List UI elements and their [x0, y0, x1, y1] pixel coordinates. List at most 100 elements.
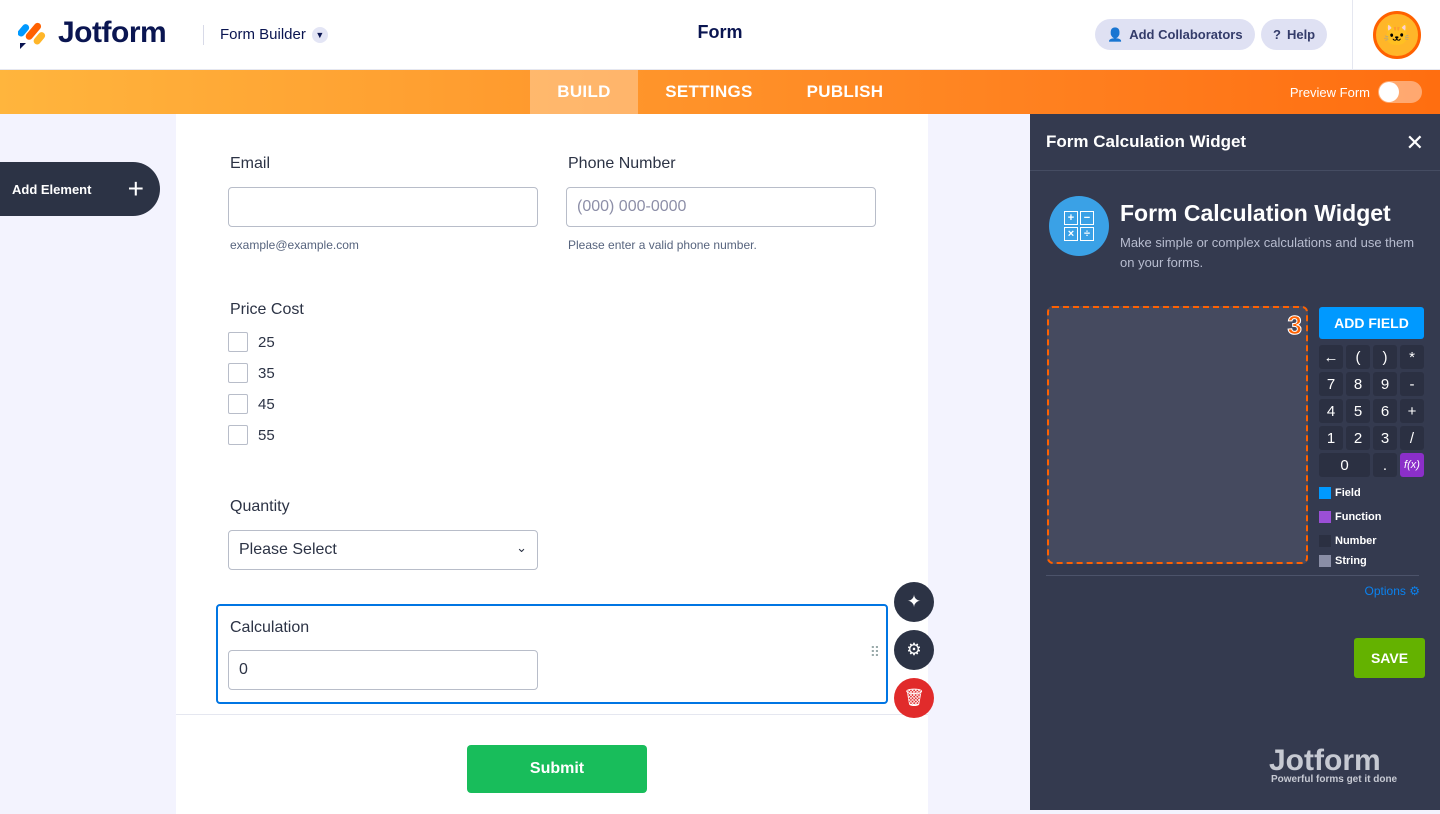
- add-collaborators-button[interactable]: 👤 Add Collaborators: [1095, 19, 1255, 50]
- avatar-area: 🐱: [1352, 0, 1440, 70]
- legend-swatch: [1319, 535, 1331, 547]
- editor-badge: 3: [1287, 310, 1303, 341]
- panel-header: Form Calculation Widget: [1030, 114, 1440, 171]
- key-0[interactable]: 0: [1319, 453, 1370, 477]
- help-icon: ?: [1273, 27, 1281, 42]
- key-5[interactable]: 5: [1346, 399, 1370, 423]
- key-8[interactable]: 8: [1346, 372, 1370, 396]
- avatar[interactable]: 🐱: [1373, 11, 1421, 59]
- divider: [1046, 575, 1419, 576]
- option-label: 45: [258, 395, 275, 413]
- gear-icon: ⚙: [1409, 584, 1420, 598]
- close-icon[interactable]: ✕: [1406, 130, 1424, 156]
- keypad: ← ( ) * 7 8 9 - 4 5 6 + 1 2 3 / 0 . f(x): [1319, 345, 1424, 477]
- widget-description: Make simple or complex calculations and …: [1120, 235, 1415, 270]
- help-button[interactable]: ? Help: [1261, 19, 1328, 50]
- trash-icon[interactable]: 🗑: [894, 678, 934, 718]
- legend-number: Number: [1319, 535, 1377, 547]
- divider: [176, 714, 928, 715]
- jotform-logo[interactable]: Jotform: [18, 16, 167, 50]
- drag-handle-icon[interactable]: ⠿: [870, 644, 880, 661]
- add-element-button[interactable]: Add Element +: [0, 162, 160, 216]
- key-open-paren[interactable]: (: [1346, 345, 1370, 369]
- quantity-label: Quantity: [230, 498, 290, 515]
- gear-icon[interactable]: ⚙: [894, 630, 934, 670]
- add-element-label: Add Element: [12, 181, 92, 197]
- key-6[interactable]: 6: [1373, 399, 1397, 423]
- legend-function: Function: [1319, 511, 1381, 523]
- price-cost-label: Price Cost: [230, 301, 304, 318]
- help-label: Help: [1286, 27, 1316, 42]
- key-close-paren[interactable]: ): [1373, 345, 1397, 369]
- key-function[interactable]: f(x): [1400, 453, 1424, 477]
- key-1[interactable]: 1: [1319, 426, 1343, 450]
- checkbox-option[interactable]: 25: [228, 332, 275, 352]
- checkbox-option[interactable]: 35: [228, 363, 275, 383]
- legend-swatch: [1319, 555, 1331, 567]
- legend-label: String: [1335, 555, 1367, 567]
- email-label: Email: [230, 155, 271, 172]
- calculator-icon: + − × ÷: [1049, 196, 1109, 256]
- chevron-down-icon: ⌄: [516, 540, 527, 555]
- key-plus[interactable]: +: [1400, 399, 1424, 423]
- key-divide[interactable]: /: [1400, 426, 1424, 450]
- divider: [203, 25, 204, 45]
- watermark-brand: Jotform: [1269, 744, 1381, 777]
- phone-field[interactable]: (000) 000-0000: [566, 187, 876, 227]
- top-bar: Jotform Form Builder ▼ Form 👤 Add Collabor…: [0, 0, 1440, 70]
- checkbox[interactable]: [228, 363, 248, 383]
- option-label: 35: [258, 364, 275, 382]
- form-builder-dropdown[interactable]: Form Builder ▼: [220, 26, 328, 43]
- formula-editor[interactable]: 3: [1047, 306, 1308, 564]
- plus-icon: +: [127, 173, 144, 204]
- key-multiply[interactable]: *: [1400, 345, 1424, 369]
- legend-label: Number: [1335, 535, 1377, 547]
- legend-field: Field: [1319, 487, 1361, 499]
- key-9[interactable]: 9: [1373, 372, 1397, 396]
- key-7[interactable]: 7: [1319, 372, 1343, 396]
- magic-wand-icon[interactable]: ✦: [894, 582, 934, 622]
- chevron-down-icon: ▼: [311, 26, 328, 43]
- jotform-watermark: Jotform Powerful forms get it done: [1235, 744, 1397, 785]
- key-backspace[interactable]: ←: [1319, 345, 1343, 369]
- legend-swatch: [1319, 487, 1331, 499]
- form-canvas: Email example@example.com Phone Number (…: [176, 114, 928, 814]
- tab-settings[interactable]: SETTINGS: [648, 70, 770, 114]
- checkbox[interactable]: [228, 394, 248, 414]
- quantity-select[interactable]: Please Select ⌄: [228, 530, 538, 570]
- checkbox-option[interactable]: 55: [228, 425, 275, 445]
- quantity-value: Please Select: [239, 541, 337, 558]
- jotform-logo-icon: [18, 22, 46, 49]
- toggle-switch[interactable]: [1378, 81, 1422, 103]
- checkbox[interactable]: [228, 425, 248, 445]
- preview-form-toggle[interactable]: Preview Form: [1290, 81, 1422, 103]
- checkbox[interactable]: [228, 332, 248, 352]
- key-3[interactable]: 3: [1373, 426, 1397, 450]
- calculation-field-selected[interactable]: Calculation 0 ⠿: [216, 604, 888, 704]
- form-builder-label: Form Builder: [220, 26, 306, 43]
- tab-publish[interactable]: PUBLISH: [790, 70, 900, 114]
- email-field[interactable]: [228, 187, 538, 227]
- calculation-label: Calculation: [230, 619, 310, 636]
- legend-label: Field: [1335, 487, 1361, 499]
- key-2[interactable]: 2: [1346, 426, 1370, 450]
- tab-build[interactable]: BUILD: [530, 70, 638, 114]
- options-link[interactable]: Options ⚙: [1365, 584, 1420, 598]
- watermark-tagline: Powerful forms get it done: [1271, 774, 1398, 785]
- submit-button[interactable]: Submit: [467, 745, 647, 793]
- preview-label: Preview Form: [1289, 84, 1370, 100]
- key-4[interactable]: 4: [1319, 399, 1343, 423]
- option-label: 25: [258, 333, 275, 351]
- legend-string: String: [1319, 555, 1367, 567]
- widget-title: Form Calculation Widget: [1120, 200, 1391, 226]
- checkbox-option[interactable]: 45: [228, 394, 275, 414]
- phone-label: Phone Number: [568, 155, 676, 172]
- key-minus[interactable]: -: [1400, 372, 1424, 396]
- phone-sublabel: Please enter a valid phone number.: [568, 238, 757, 252]
- calculation-input[interactable]: 0: [228, 650, 538, 690]
- user-icon: 👤: [1107, 26, 1124, 42]
- key-dot[interactable]: .: [1373, 453, 1397, 477]
- calculation-widget-panel: Form Calculation Widget ✕ + − × ÷ Form Calc…: [1030, 114, 1440, 810]
- add-field-button[interactable]: ADD FIELD: [1319, 307, 1424, 339]
- save-button[interactable]: SAVE: [1354, 638, 1425, 678]
